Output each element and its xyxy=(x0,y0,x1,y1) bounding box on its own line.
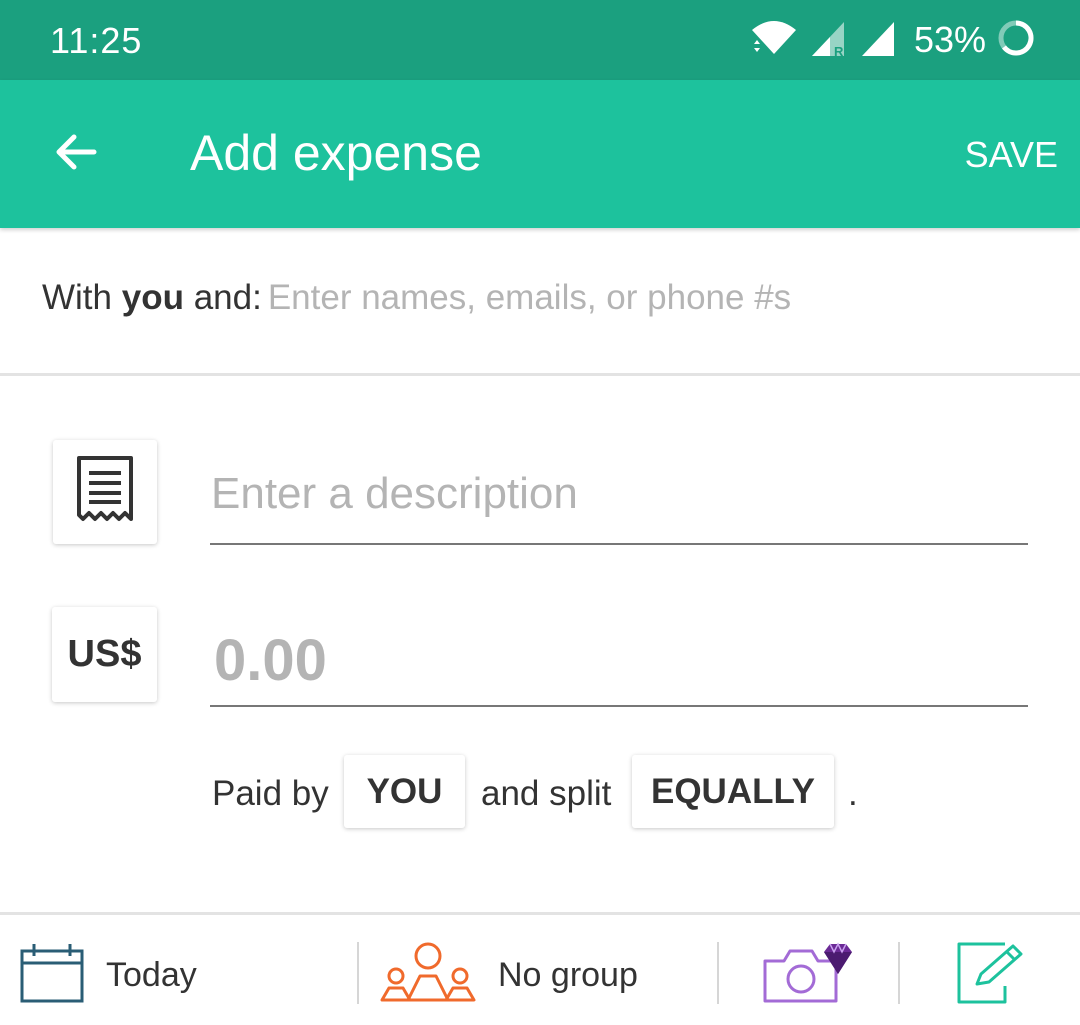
app-toolbar: Add expense SAVE xyxy=(0,80,1080,228)
description-input[interactable] xyxy=(211,465,1027,523)
add-receipt-photo-button[interactable] xyxy=(762,930,854,1020)
and-split-label: and split xyxy=(481,774,612,813)
add-note-button[interactable] xyxy=(955,930,1027,1020)
save-button[interactable]: SAVE xyxy=(965,134,1058,176)
date-button[interactable]: Today xyxy=(20,930,197,1020)
paid-by-label: Paid by xyxy=(212,774,329,813)
signal-icon: R xyxy=(808,18,848,63)
page-title: Add expense xyxy=(190,125,482,181)
separator xyxy=(898,942,900,1004)
with-suffix: and: xyxy=(183,278,262,317)
receipt-icon xyxy=(75,455,135,530)
with-prefix: With xyxy=(42,278,122,317)
split-method-button[interactable]: EQUALLY xyxy=(632,755,834,828)
separator xyxy=(357,942,359,1004)
divider xyxy=(0,373,1080,376)
status-time: 11:25 xyxy=(50,20,143,61)
amount-input[interactable] xyxy=(214,626,1026,694)
date-label: Today xyxy=(106,955,197,994)
separator xyxy=(717,942,719,1004)
description-underline xyxy=(210,543,1028,545)
category-button[interactable] xyxy=(53,440,157,544)
svg-text:R: R xyxy=(834,44,844,58)
battery-icon xyxy=(996,18,1036,63)
payer-button[interactable]: YOU xyxy=(344,755,465,828)
status-bar: 11:25 R 53% xyxy=(0,0,1080,80)
split-period: . xyxy=(848,774,858,813)
calendar-icon xyxy=(20,943,84,1008)
group-label: No group xyxy=(498,955,638,994)
status-icons: R 53% xyxy=(750,16,1036,64)
battery-percent: 53% xyxy=(913,19,986,60)
group-icon xyxy=(380,942,476,1009)
gem-icon xyxy=(822,942,854,981)
participants-input[interactable] xyxy=(267,278,828,318)
currency-button[interactable]: US$ xyxy=(52,607,157,702)
with-you: you xyxy=(121,278,184,317)
back-button[interactable] xyxy=(44,122,108,186)
signal-icon xyxy=(858,18,898,63)
divider xyxy=(0,912,1080,915)
amount-underline xyxy=(210,705,1028,707)
note-edit-icon xyxy=(955,940,1027,1011)
back-arrow-icon xyxy=(52,128,100,181)
group-button[interactable]: No group xyxy=(380,930,638,1020)
with-row: With you and: xyxy=(42,278,828,318)
wifi-icon xyxy=(750,18,798,63)
